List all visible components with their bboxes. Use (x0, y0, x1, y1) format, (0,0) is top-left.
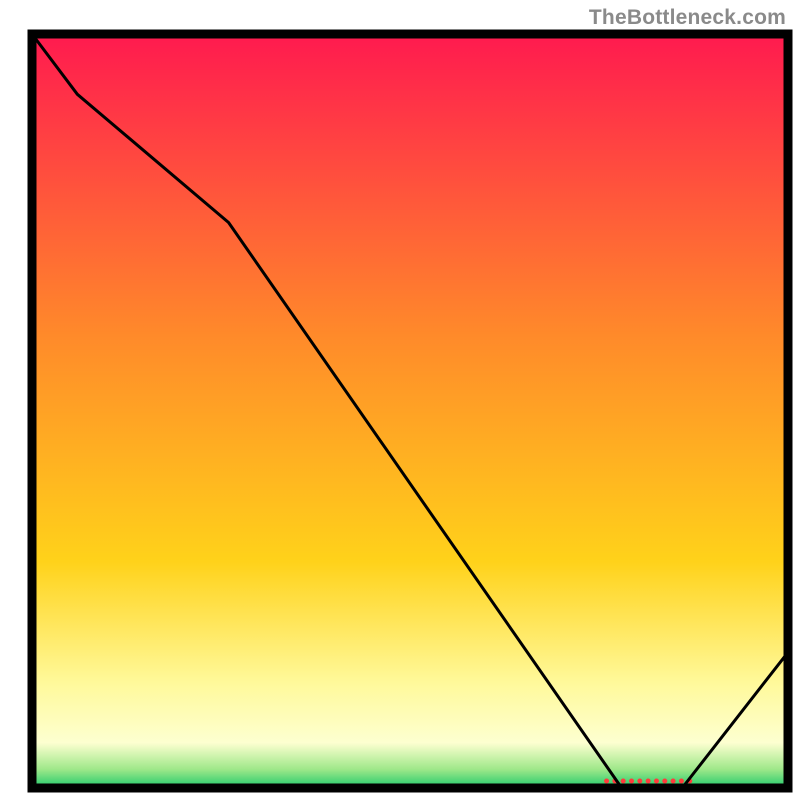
bottleneck-chart (0, 0, 800, 800)
chart-container: TheBottleneck.com (0, 0, 800, 800)
attribution-text: TheBottleneck.com (589, 6, 786, 30)
chart-background (32, 34, 788, 788)
